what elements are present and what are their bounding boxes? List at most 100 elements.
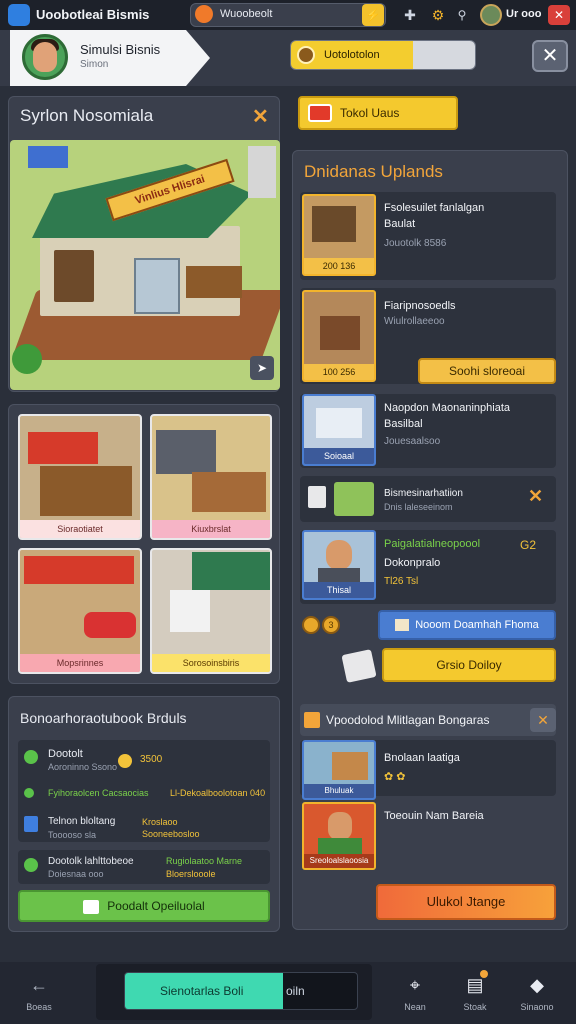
back-arrow-icon[interactable]: ←: [28, 974, 50, 996]
coin-icon: [118, 754, 132, 768]
stock-panel-title: Bonoarhoraotubook Brduls: [20, 710, 187, 726]
upgrade-item-image: Soioaal: [302, 394, 376, 466]
status-dot-icon: [24, 858, 38, 872]
pedestal-shape: [170, 590, 210, 632]
store-panel-title: Syrlon Nosomiala: [20, 106, 154, 125]
window-shape: [156, 430, 216, 474]
thumbnail-caption: Kiuxbrslat: [152, 520, 270, 538]
red-car-shape: [84, 612, 136, 638]
stock-row-title: Dootolk lahlttobeoe: [48, 856, 134, 867]
stock-row-title: Dootolt: [48, 748, 83, 760]
thumbnail-caption: Mopsrinnes: [20, 654, 140, 672]
nav-label[interactable]: Stoak: [450, 1002, 500, 1012]
cursor-icon[interactable]: ➤: [250, 356, 274, 380]
badge-icon: [304, 712, 320, 728]
tab-label: Tokol Uaus: [340, 106, 400, 120]
upgrade-item-title-line2: Baulat: [384, 218, 416, 230]
stock-row-value: Ll-Dekoalboolotoan 040: [170, 788, 266, 798]
timer-icon: [297, 46, 315, 64]
manager-title: Paigalatialneopoool: [384, 538, 481, 550]
app-title: Uoobotleai Bismis: [36, 7, 150, 22]
stock-row-sub: Doiesnaa ooo: [48, 869, 104, 879]
shop-illustration[interactable]: Vinlius Hlisrai ➤: [10, 140, 280, 390]
thumbnail-caption: Sorosoinsbiris: [152, 654, 270, 672]
counter-shape: [40, 466, 132, 516]
awning-shape: [28, 432, 98, 464]
stock-row-title: Telnon bloltang: [48, 816, 116, 827]
thumbnail-caption: Sioraotiatet: [20, 520, 140, 538]
manager-portrait: Thisal: [302, 530, 376, 600]
thumbnail-1[interactable]: Sioraotiatet: [18, 414, 142, 540]
back-label[interactable]: Boeas: [14, 1002, 64, 1012]
nav-label[interactable]: Sinaono: [512, 1002, 562, 1012]
status-dot-icon: [24, 788, 34, 798]
profile-name: Simulsi Bisnis: [80, 42, 161, 57]
stock-row-value-secondary: Bloerslooole: [166, 869, 216, 879]
produce-counter-shape: [186, 266, 242, 298]
header-progress-label: Uotolotolon: [324, 49, 380, 61]
diamond-icon[interactable]: ◆: [526, 974, 548, 996]
info-row-close-icon[interactable]: ✕: [528, 486, 543, 507]
stock-action-label: Poodalt Opeiluolal: [107, 899, 205, 913]
manager-label: Thisal: [304, 582, 374, 598]
coin-count: 3: [322, 616, 340, 634]
header-progress-track: [413, 41, 475, 69]
thumbnail-2[interactable]: Kiuxbrslat: [150, 414, 272, 540]
upgrades-panel-title: Dnidanas Uplands: [304, 162, 443, 181]
scroll-icon: [395, 619, 410, 632]
document-icon: [24, 816, 38, 832]
blue-action-button[interactable]: Nooom Doamhah Fhoma: [378, 610, 556, 640]
search-icon[interactable]: ⚲: [452, 5, 472, 25]
thumbnail-4[interactable]: Sorosoinsbiris: [150, 548, 272, 674]
upgrade-item-stat: Wiulrollaeeoo: [384, 316, 445, 327]
yellow-action-button[interactable]: Grsio Doiloy: [382, 648, 556, 682]
manager-title-line2: Dokonpralo: [384, 557, 441, 569]
upgrade-buy-button[interactable]: Soohi sloreoai: [418, 358, 556, 384]
upgrade-item-title-line2: Basilbal: [384, 418, 423, 430]
store-close-icon[interactable]: ✕: [252, 104, 269, 129]
lower-section-title: Vpoodolod Mlitlagan Bongaras: [326, 713, 490, 727]
upgrade-item-title: Fiaripnosoedls: [384, 300, 456, 312]
fridge-shape: [134, 258, 180, 314]
manager-level: G2: [520, 538, 537, 552]
desk-shape: [312, 206, 356, 242]
manager-face-shape: [326, 540, 352, 570]
upgrade-item-label: 200 136: [304, 258, 374, 274]
gear-icon[interactable]: ⚙: [428, 5, 448, 25]
crate-shape: [28, 146, 68, 168]
stock-row-title: Fyihoraolcen Cacsaocias: [48, 788, 149, 798]
box-shape: [332, 752, 368, 780]
stock-row-value: Kroslaoo Sooneebosloo: [142, 817, 200, 839]
stock-row-value: Rugiolaatoo Marne: [166, 856, 243, 866]
lower-action-button[interactable]: Ulukol Jtange: [376, 884, 556, 920]
crate-icon: [334, 482, 374, 516]
upgrade-item-stat: Jouesaalsoo: [384, 436, 441, 447]
awning-shape: [24, 556, 134, 584]
blue-action-label: Nooom Doamhah Fhoma: [415, 619, 539, 631]
app-logo-icon[interactable]: [8, 4, 30, 26]
roof-shape: [192, 552, 270, 590]
stars-icon: ✿ ✿: [384, 771, 406, 783]
location-pin-icon[interactable]: ⌖: [404, 974, 426, 996]
top-label: Ur ooo: [506, 8, 542, 20]
palm-tree-shape: [12, 344, 42, 374]
close-button[interactable]: ✕: [532, 40, 568, 72]
avatar[interactable]: [480, 4, 502, 26]
lower-close-icon[interactable]: ✕: [530, 708, 556, 732]
upgrade-item-label: Soioaal: [304, 448, 374, 464]
info-row-title: Bismesinarhatiion: [384, 488, 463, 499]
thumbnail-3[interactable]: Mopsrinnes: [18, 548, 142, 674]
stock-action-button[interactable]: Poodalt Opeiluolal: [18, 890, 270, 922]
lightning-icon[interactable]: ⚡: [362, 4, 384, 26]
flame-icon: [195, 5, 213, 23]
person-body-shape: [318, 838, 362, 854]
upgrade-item-image: 100 256: [302, 290, 376, 382]
building-shape: [248, 146, 276, 198]
close-icon[interactable]: ✕: [548, 5, 570, 25]
lower-item-label: Sreoloalslaoosia: [304, 854, 374, 868]
counter-shape: [192, 472, 266, 512]
nav-label[interactable]: Nean: [390, 1002, 440, 1012]
lower-item-title: Toeouin Nam Bareia: [384, 810, 484, 822]
lower-item-image: Sreoloalslaoosia: [302, 802, 376, 870]
puzzle-icon[interactable]: ✚: [400, 5, 420, 25]
